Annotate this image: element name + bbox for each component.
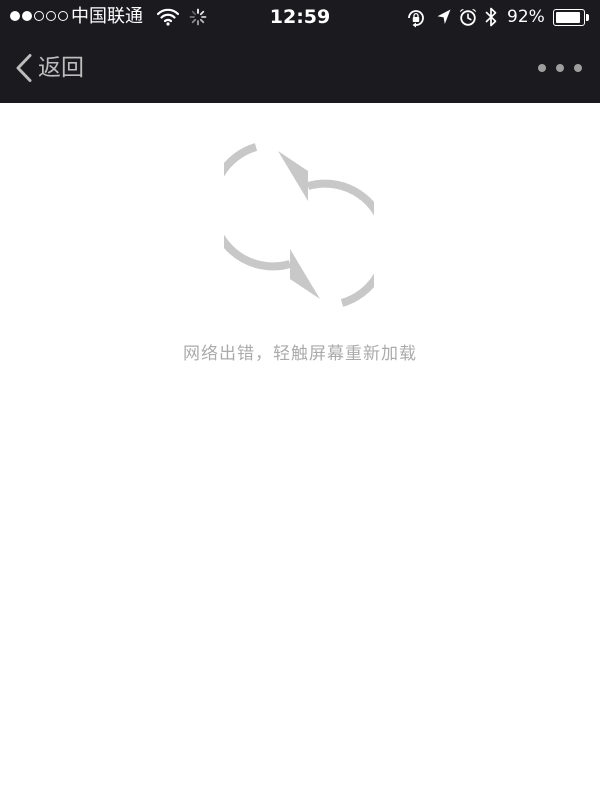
rotation-lock-icon <box>408 10 424 28</box>
reload-touch-area[interactable]: 网络出错，轻触屏幕重新加载 <box>0 103 600 802</box>
battery-percentage: 92% <box>507 7 545 27</box>
network-error-message: 网络出错，轻触屏幕重新加载 <box>183 344 417 364</box>
back-button[interactable]: 返回 <box>14 50 84 86</box>
status-bar: 中国联通 12:59 92% <box>0 0 600 36</box>
battery-level-fill <box>556 12 580 23</box>
header: 中国联通 12:59 92% 返回 <box>0 0 600 103</box>
location-arrow-icon <box>437 9 451 24</box>
battery-icon <box>553 9 589 26</box>
battery-body <box>553 9 585 26</box>
battery-tip <box>586 14 589 21</box>
chevron-left-icon <box>16 54 32 82</box>
back-button-label: 返回 <box>38 55 84 81</box>
bluetooth-icon <box>485 7 497 27</box>
alarm-clock-icon <box>460 9 476 26</box>
navigation-bar: 返回 <box>0 36 600 103</box>
more-dots-icon <box>574 64 582 72</box>
more-dots-icon <box>538 64 546 72</box>
app-screen: 中国联通 12:59 92% 返回 网络出错，轻触屏幕重新加载 <box>0 0 600 802</box>
reload-arrows-icon <box>224 143 374 307</box>
more-options-button[interactable] <box>538 54 582 82</box>
more-dots-icon <box>556 64 564 72</box>
